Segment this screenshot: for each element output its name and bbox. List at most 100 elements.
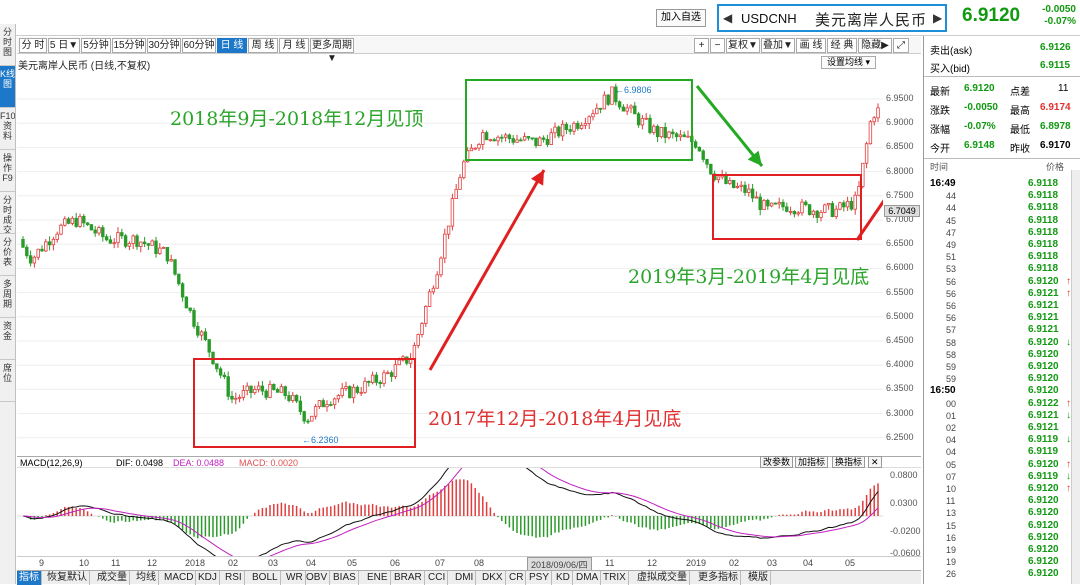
period-button-6[interactable]: 日 线	[217, 38, 247, 53]
tick-price: 6.9118	[1028, 239, 1059, 250]
candle-body	[389, 372, 394, 377]
tab-10[interactable]: BIAS	[331, 571, 359, 585]
period-button-5[interactable]: 60分钟	[182, 38, 216, 53]
sidebar-item-2[interactable]: F10资料	[0, 108, 15, 150]
tab-14[interactable]: DMI	[453, 571, 477, 585]
tab-23[interactable]: 模版	[746, 571, 771, 585]
candle-body	[340, 388, 344, 396]
tool-button-3[interactable]: 叠加▼	[761, 38, 795, 53]
change-percent: -0.07%	[1044, 16, 1076, 27]
tab-15[interactable]: DKX	[480, 571, 506, 585]
macd-button-2[interactable]: 换指标	[832, 456, 866, 468]
tab-4[interactable]: MACD	[162, 571, 197, 585]
tab-1[interactable]: 恢复默认	[45, 571, 90, 585]
sidebar-item-7[interactable]: 资金	[0, 318, 15, 360]
tick-row: 45 6.9118	[924, 215, 1078, 227]
macd-button-1[interactable]: 加指标	[795, 456, 829, 468]
candle-body	[161, 247, 166, 249]
sidebar-item-4[interactable]: 分时成交	[0, 192, 15, 234]
candle-body	[583, 123, 588, 126]
candle-body	[127, 243, 132, 247]
sidebar-item-0[interactable]: 分时图	[0, 24, 15, 66]
candle-body	[74, 217, 78, 227]
period-button-9[interactable]: 更多周期▼	[310, 38, 354, 64]
sidebar-item-6[interactable]: 多周期	[0, 276, 15, 318]
tick-price: 6.9118	[1028, 251, 1059, 263]
tab-5[interactable]: KDJ	[196, 571, 220, 585]
open-row-cell: 今开	[930, 144, 950, 155]
tick-price: 6.9120	[1028, 568, 1059, 580]
macd-button-3[interactable]: ✕	[868, 456, 882, 468]
period-button-2[interactable]: 5分钟	[81, 38, 111, 53]
candle-body	[70, 217, 75, 224]
ticks-scrollbar[interactable]	[1071, 170, 1080, 584]
tab-12[interactable]: BRAR	[392, 571, 425, 585]
price-tick-label: 6.2500	[886, 431, 914, 442]
candle-body	[595, 107, 599, 115]
tool-button-0[interactable]: +	[694, 38, 709, 53]
price-tick-label: 6.9000	[886, 117, 914, 128]
candle-body	[59, 224, 63, 235]
symbol-selector[interactable]: ◀ USDCNH 美元离岸人民币 ▶	[717, 4, 947, 32]
tool-button-5[interactable]: 经 典	[827, 38, 857, 53]
tool-button-4[interactable]: 画 线	[796, 38, 826, 53]
candle-body	[511, 138, 515, 143]
next-symbol-icon[interactable]: ▶	[933, 11, 942, 25]
candle-body	[572, 122, 576, 132]
period-button-4[interactable]: 30分钟	[147, 38, 181, 53]
macd-button-0[interactable]: 改参数	[760, 456, 794, 468]
candle-body	[177, 273, 181, 285]
tool-button-7[interactable]: ⤢	[893, 38, 909, 53]
date-label: 9	[39, 558, 45, 568]
period-button-3[interactable]: 15分钟	[112, 38, 146, 53]
candle-body	[226, 376, 230, 397]
change-row-cell: 最高	[1010, 106, 1030, 117]
candle-body	[564, 123, 569, 130]
tab-20[interactable]: TRIX	[601, 571, 629, 585]
tab-21[interactable]: 虚拟成交量	[635, 571, 690, 585]
candle-body	[853, 194, 857, 210]
candle-body	[792, 210, 797, 215]
tab-11[interactable]: ENE	[365, 571, 391, 585]
candle-body	[754, 196, 759, 199]
tab-18[interactable]: KD	[554, 571, 573, 585]
price-tick-label: 6.3500	[886, 383, 914, 394]
macd-chart[interactable]	[17, 468, 883, 556]
tick-time: 44	[946, 191, 957, 202]
tick-row: 53 6.9118	[924, 263, 1078, 275]
sidebar-item-3[interactable]: 操作F9	[0, 150, 15, 192]
candle-body	[701, 150, 705, 160]
sidebar-item-1[interactable]: K线图	[0, 66, 15, 108]
add-watchlist-button[interactable]: 加入自选	[656, 9, 706, 27]
tab-16[interactable]: CR	[507, 571, 527, 585]
sidebar-item-8[interactable]: 席位	[0, 360, 15, 402]
tick-row: 19 6.9120	[924, 544, 1078, 556]
period-button-8[interactable]: 月 线	[279, 38, 309, 53]
tab-22[interactable]: 更多指标	[696, 571, 741, 585]
macd-tick-label: 0.0300	[890, 498, 918, 508]
tab-6[interactable]: RSI	[223, 571, 245, 585]
tab-13[interactable]: CCI	[426, 571, 449, 585]
ticks-header: 时间 价格	[924, 158, 1080, 172]
tab-17[interactable]: PSY	[527, 571, 553, 585]
tab-8[interactable]: WR	[284, 571, 306, 585]
set-ma-button[interactable]: 设置均线 ▾	[821, 56, 876, 69]
period-button-7[interactable]: 周 线	[248, 38, 278, 53]
tab-0[interactable]: 指标	[17, 571, 42, 585]
tick-price: 6.9120	[1028, 275, 1059, 287]
tab-2[interactable]: 成交量	[95, 571, 130, 585]
tab-3[interactable]: 均线	[134, 571, 159, 585]
period-button-1[interactable]: 5 日▼	[48, 38, 80, 53]
tool-button-2[interactable]: 复权▼	[726, 38, 760, 53]
tool-button-6[interactable]: 隐藏▶	[858, 38, 892, 53]
price-tick-label: 6.9500	[886, 93, 914, 103]
tab-7[interactable]: BOLL	[250, 571, 281, 585]
sidebar-item-5[interactable]: 分价表	[0, 234, 15, 276]
tab-9[interactable]: OBV	[304, 571, 331, 585]
prev-symbol-icon[interactable]: ◀	[723, 11, 732, 25]
tab-19[interactable]: DMA	[574, 571, 602, 585]
tool-button-1[interactable]: −	[710, 38, 725, 53]
candle-body	[758, 196, 762, 211]
period-button-0[interactable]: 分 时	[19, 38, 47, 53]
quote-panel: 卖出(ask) 6.9126 买入(bid) 6.9115 最新 6.9120 点差 11 涨跌…	[923, 36, 1080, 584]
